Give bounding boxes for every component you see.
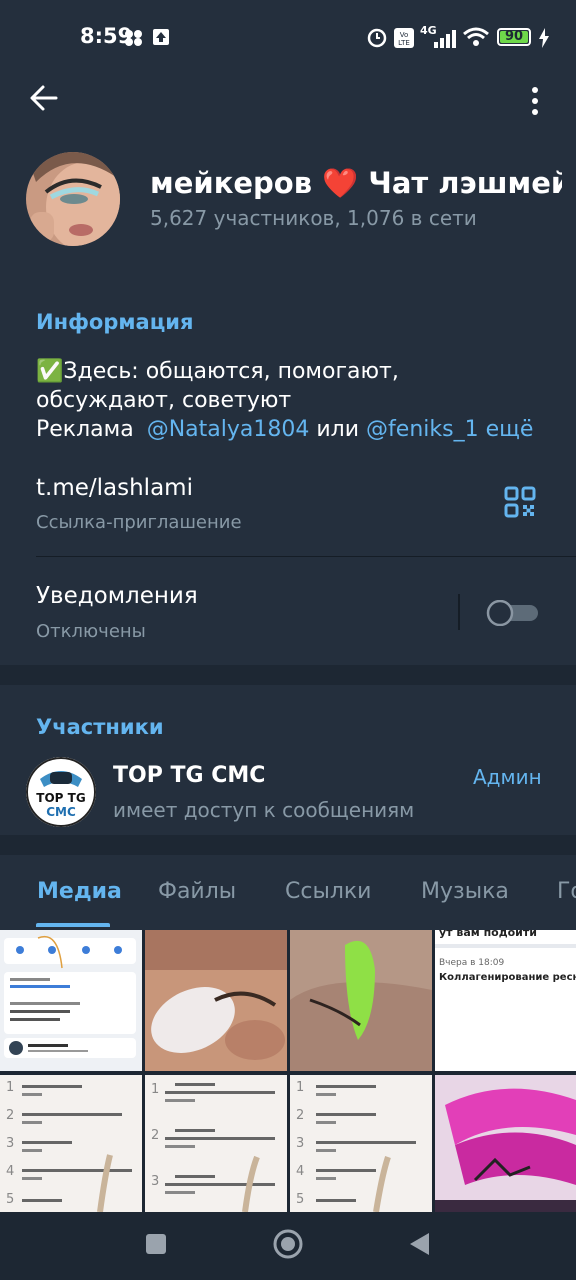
svg-text:3: 3 xyxy=(6,1136,14,1151)
svg-text:LTE: LTE xyxy=(398,39,410,47)
media-thumbnail[interactable]: 1 2 3 4 5 xyxy=(0,1075,142,1216)
qr-code-icon[interactable] xyxy=(504,486,536,518)
wifi-icon xyxy=(463,27,489,46)
invite-link[interactable]: t.me/lashlami xyxy=(36,475,193,501)
upload-icon xyxy=(153,29,169,45)
mention-link-2[interactable]: @feniks_1 xyxy=(366,417,479,442)
svg-text:3: 3 xyxy=(296,1136,304,1151)
member-role-badge: Админ xyxy=(473,765,542,789)
tab-links[interactable]: Ссылки xyxy=(285,879,371,904)
toggle-separator xyxy=(458,594,460,630)
ad-label: Реклама xyxy=(36,417,134,442)
chat-title: мейкеров ❤️ Чат лэшмейке xyxy=(150,166,562,200)
info-heading: Информация xyxy=(36,310,194,334)
member-row[interactable]: TOP TG CMC TOP TG CMC имеет доступ к соо… xyxy=(0,749,576,835)
more-menu-icon[interactable] xyxy=(530,86,540,116)
info-divider xyxy=(36,556,576,557)
svg-text:1: 1 xyxy=(151,1082,159,1097)
svg-text:1: 1 xyxy=(6,1080,14,1095)
member-avatar: TOP TG CMC xyxy=(26,757,96,827)
svg-text:4: 4 xyxy=(296,1164,304,1179)
svg-text:2: 2 xyxy=(6,1108,14,1123)
thumbnail-text-top: ут вам подойти xyxy=(439,930,537,939)
charging-icon xyxy=(539,28,549,48)
chat-avatar[interactable] xyxy=(26,152,120,246)
description-line-3: Реклама @Natalya1804 или @feniks_1 ещё xyxy=(36,415,556,444)
chat-description: ✅Здесь: общаются, помогают, обсуждают, с… xyxy=(36,357,556,444)
back-nav-button[interactable] xyxy=(408,1232,430,1256)
svg-text:2: 2 xyxy=(151,1128,159,1143)
tab-files[interactable]: Файлы xyxy=(158,879,236,904)
mention-link-1[interactable]: @Natalya1804 xyxy=(147,417,310,442)
active-tab-indicator xyxy=(36,923,110,927)
members-section: Участники TOP TG CMC TOP TG CMC имеет до… xyxy=(0,685,576,835)
back-arrow-icon[interactable] xyxy=(28,82,60,114)
recents-button[interactable] xyxy=(146,1234,166,1254)
invite-link-label: Ссылка-приглашение xyxy=(36,512,242,533)
notifications-toggle[interactable] xyxy=(486,600,540,626)
tab-music[interactable]: Музыка xyxy=(421,879,509,904)
media-thumbnail[interactable] xyxy=(0,930,142,1071)
volte-icon: VoLTE xyxy=(394,28,414,48)
battery-icon: 90 xyxy=(497,28,531,46)
svg-text:3: 3 xyxy=(151,1174,159,1189)
svg-text:Vo: Vo xyxy=(400,31,409,39)
media-thumbnail[interactable] xyxy=(435,1075,576,1216)
media-tabs: Медиа Файлы Ссылки Музыка Го xyxy=(0,855,576,930)
description-line-1: ✅Здесь: общаются, помогают, xyxy=(36,359,399,384)
status-bar: 8:59 Vo LTE 4G 90 xyxy=(0,0,576,72)
media-thumbnail[interactable] xyxy=(290,930,432,1071)
description-line-2: обсуждают, советуют xyxy=(36,388,292,413)
show-more-link[interactable]: ещё xyxy=(486,417,534,442)
home-button[interactable] xyxy=(272,1228,304,1260)
media-grid: ут вам подойти Вчера в 18:09 Коллагениро… xyxy=(0,930,576,1213)
app-notification-icon xyxy=(125,30,142,46)
thumbnail-time: Вчера в 18:09 xyxy=(439,958,505,968)
svg-text:1: 1 xyxy=(296,1080,304,1095)
info-section: Информация ✅Здесь: общаются, помогают, о… xyxy=(0,277,576,665)
chat-member-count: 5,627 участников, 1,076 в сети xyxy=(150,206,477,230)
tab-voice[interactable]: Го xyxy=(557,879,576,904)
member-name: TOP TG CMC xyxy=(113,763,266,788)
svg-text:2: 2 xyxy=(296,1108,304,1123)
signal-icon xyxy=(434,30,456,48)
media-thumbnail[interactable]: ут вам подойти Вчера в 18:09 Коллагениро… xyxy=(435,930,576,1071)
member-avatar-text-top: TOP TG xyxy=(36,791,86,805)
system-nav-bar xyxy=(0,1212,576,1280)
battery-level: 90 xyxy=(504,29,524,44)
media-thumbnail[interactable]: 1 2 3 xyxy=(145,1075,287,1216)
thumbnail-title: Коллагенирование ресниц xyxy=(439,972,576,983)
tab-media[interactable]: Медиа xyxy=(37,879,122,904)
member-avatar-text-bottom: CMC xyxy=(46,805,76,819)
thumbnail-divider xyxy=(435,944,576,948)
svg-text:5: 5 xyxy=(296,1192,304,1207)
alarm-icon xyxy=(367,28,387,48)
member-status: имеет доступ к сообщениям xyxy=(113,798,415,822)
notifications-state: Отключены xyxy=(36,621,146,642)
svg-text:4: 4 xyxy=(6,1164,14,1179)
members-heading: Участники xyxy=(36,715,164,739)
chat-header: мейкеров ❤️ Чат лэшмейке 5,627 участнико… xyxy=(0,72,576,277)
notifications-title[interactable]: Уведомления xyxy=(36,583,198,609)
media-thumbnail[interactable] xyxy=(145,930,287,1071)
svg-text:5: 5 xyxy=(6,1192,14,1207)
mention-separator: или xyxy=(316,417,360,442)
media-thumbnail[interactable]: 1 2 3 4 5 xyxy=(290,1075,432,1216)
